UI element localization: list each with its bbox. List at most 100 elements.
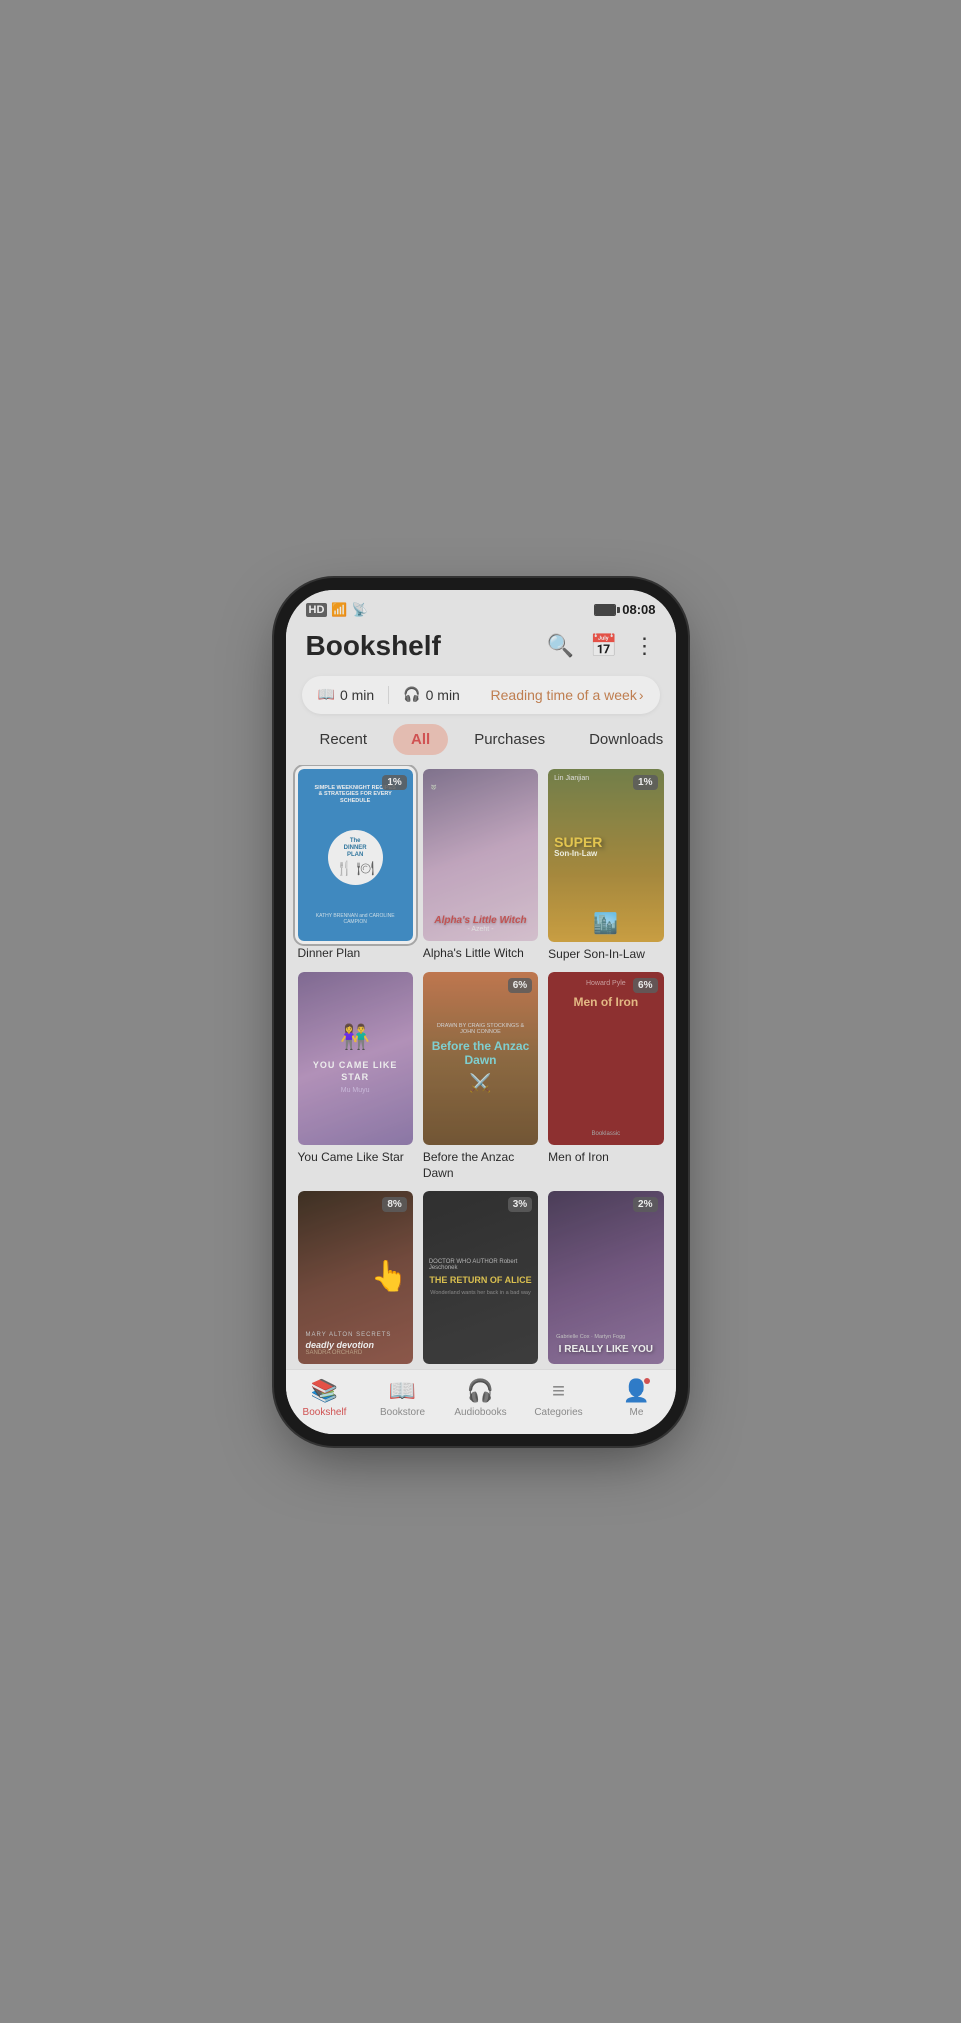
book-item-like[interactable]: Gabrielle Cox · Martyn Fogg I REALLY LIK…: [548, 1191, 663, 1368]
phone-frame: HD 📶 📡 08:08 Bookshelf 🔍 📅 ⋮ 📖 0 min 🎧 0…: [286, 590, 676, 1434]
book-cover-wrap-alpha: 🐺 Alpha's Little Witch - Azeht -: [423, 769, 538, 942]
headphones-icon: 🎧: [403, 686, 420, 703]
iron-title: Men of Iron: [573, 995, 638, 1009]
book-item-star[interactable]: 👫 YOU CAME LIKE STAR Mu Muyu You Came Li…: [298, 972, 413, 1181]
audiobooks-label: Audiobooks: [454, 1407, 506, 1418]
book-cover-wrap-like: Gabrielle Cox · Martyn Fogg I REALLY LIK…: [548, 1191, 663, 1364]
book-title-anzac: Before the Anzac Dawn: [423, 1150, 538, 1181]
book-badge-alice: 3%: [508, 1197, 532, 1212]
book-title-iron: Men of Iron: [548, 1150, 609, 1166]
time-display: 08:08: [622, 602, 655, 617]
status-bar: HD 📶 📡 08:08: [286, 590, 676, 622]
alice-inner: DOCTOR WHO AUTHOR Robert Jeschonek THE R…: [423, 1191, 538, 1364]
book-item-anzac[interactable]: DRAWN BY CRAIG STOCKINGS & JOHN CONNOE B…: [423, 972, 538, 1181]
book-item-super[interactable]: Lin Jianjian SUPER Son-In-Law 🏙️ 1% Supe…: [548, 769, 663, 963]
audio-reading-stat: 🎧 0 min: [403, 686, 460, 703]
app-header: Bookshelf 🔍 📅 ⋮: [286, 622, 676, 672]
reading-link-text: Reading time of a week: [491, 687, 637, 703]
dinner-logo: TheDINNERPLAN 🍴 🍽: [328, 830, 383, 885]
super-inner: Lin Jianjian SUPER Son-In-Law 🏙️: [548, 769, 663, 942]
alpha-author: - Azeht -: [467, 926, 493, 933]
book-cover-like: Gabrielle Cox · Martyn Fogg I REALLY LIK…: [548, 1191, 663, 1364]
book-grid: SIMPLE WEEKNIGHT RECIPES & STRATEGIES FO…: [286, 765, 676, 1369]
battery-icon: [594, 604, 616, 616]
anzac-title: Before the Anzac Dawn: [431, 1039, 530, 1068]
book-cover-dinner: SIMPLE WEEKNIGHT RECIPES & STRATEGIES FO…: [298, 769, 413, 942]
book-item-dinner-plan[interactable]: SIMPLE WEEKNIGHT RECIPES & STRATEGIES FO…: [298, 769, 413, 963]
filter-tab-recent[interactable]: Recent: [302, 724, 386, 755]
iron-author: Howard Pyle: [586, 980, 626, 987]
chevron-right-icon: ›: [639, 687, 644, 703]
book-item-deadly[interactable]: MARY ALTON SECRETS deadly devotion SANDR…: [298, 1191, 413, 1368]
book-cover-wrap-star: 👫 YOU CAME LIKE STAR Mu Muyu: [298, 972, 413, 1145]
me-notification-dot: [644, 1378, 650, 1384]
header-icons: 🔍 📅 ⋮: [547, 633, 656, 659]
bookstore-label: Bookstore: [380, 1407, 425, 1418]
calendar-icon[interactable]: 📅: [590, 633, 617, 659]
filter-tab-all[interactable]: All: [393, 724, 448, 755]
book-badge-anzac: 6%: [508, 978, 532, 993]
reading-time-link[interactable]: Reading time of a week ›: [491, 687, 644, 703]
deadly-author: SANDRA ORCHARD: [306, 1350, 405, 1356]
me-avatar-wrap: 👤: [623, 1378, 650, 1404]
bottom-nav: 📚 Bookshelf 📖 Bookstore 🎧 Audiobooks ≡ C…: [286, 1369, 676, 1434]
audiobooks-icon: 🎧: [467, 1378, 494, 1404]
book-cover-star: 👫 YOU CAME LIKE STAR Mu Muyu: [298, 972, 413, 1145]
categories-label: Categories: [534, 1407, 582, 1418]
more-options-icon[interactable]: ⋮: [634, 633, 656, 659]
nav-item-categories[interactable]: ≡ Categories: [520, 1378, 598, 1418]
alpha-title: Alpha's Little Witch: [434, 915, 526, 926]
reading-bar[interactable]: 📖 0 min 🎧 0 min Reading time of a week ›: [302, 676, 660, 714]
book-icon: 📖: [318, 686, 335, 703]
book-badge-iron: 6%: [633, 978, 657, 993]
book-time: 0 min: [340, 687, 374, 703]
search-icon[interactable]: 🔍: [547, 633, 574, 659]
iron-inner: Howard Pyle Men of Iron Booklassic: [548, 972, 663, 1145]
book-title-alpha: Alpha's Little Witch: [423, 946, 524, 962]
star-inner: 👫 YOU CAME LIKE STAR Mu Muyu: [298, 972, 413, 1145]
divider: [388, 686, 389, 704]
bookshelf-icon: 📚: [311, 1378, 338, 1404]
battery-fill: [595, 605, 615, 615]
book-badge-super: 1%: [633, 775, 657, 790]
book-cover-super: Lin Jianjian SUPER Son-In-Law 🏙️ 1%: [548, 769, 663, 942]
like-title: I REALLY LIKE YOU: [556, 1344, 655, 1356]
book-cover-alice: DOCTOR WHO AUTHOR Robert Jeschonek THE R…: [423, 1191, 538, 1364]
book-cover-alpha: 🐺 Alpha's Little Witch - Azeht -: [423, 769, 538, 942]
anzac-inner: DRAWN BY CRAIG STOCKINGS & JOHN CONNOE B…: [423, 972, 538, 1145]
book-item-iron[interactable]: Howard Pyle Men of Iron Booklassic 6% Me…: [548, 972, 663, 1181]
alice-title: THE RETURN OF ALICE: [429, 1275, 531, 1286]
book-cover-wrap-dinner: SIMPLE WEEKNIGHT RECIPES & STRATEGIES FO…: [298, 769, 413, 942]
book-item-alpha[interactable]: 🐺 Alpha's Little Witch - Azeht - Alpha's…: [423, 769, 538, 963]
book-title-star: You Came Like Star: [298, 1150, 404, 1166]
nav-item-me[interactable]: 👤 Me: [598, 1378, 676, 1418]
book-badge-dinner: 1%: [382, 775, 406, 790]
alice-author: DOCTOR WHO AUTHOR Robert Jeschonek: [429, 1259, 532, 1271]
star-author: Mu Muyu: [341, 1087, 370, 1094]
filter-tab-downloads[interactable]: Downloads: [571, 724, 675, 755]
categories-icon: ≡: [552, 1378, 565, 1404]
book-cover-iron: Howard Pyle Men of Iron Booklassic 6%: [548, 972, 663, 1145]
nav-item-audiobooks[interactable]: 🎧 Audiobooks: [442, 1378, 520, 1418]
book-cover-wrap-anzac: DRAWN BY CRAIG STOCKINGS & JOHN CONNOE B…: [423, 972, 538, 1145]
book-cover-wrap-super: Lin Jianjian SUPER Son-In-Law 🏙️ 1%: [548, 769, 663, 942]
book-cover-anzac: DRAWN BY CRAIG STOCKINGS & JOHN CONNOE B…: [423, 972, 538, 1145]
book-item-alice[interactable]: DOCTOR WHO AUTHOR Robert Jeschonek THE R…: [423, 1191, 538, 1368]
book-cover-deadly: MARY ALTON SECRETS deadly devotion SANDR…: [298, 1191, 413, 1364]
audio-time: 0 min: [426, 687, 460, 703]
signal-icon: 📶: [331, 602, 347, 618]
book-reading-stat: 📖 0 min: [318, 686, 375, 703]
book-cover-wrap-iron: Howard Pyle Men of Iron Booklassic 6%: [548, 972, 663, 1145]
filter-tabs: Recent All Purchases Downloads: [286, 724, 676, 765]
book-title-super: Super Son-In-Law: [548, 947, 645, 963]
super-sub: Son-In-Law: [554, 849, 657, 858]
filter-tab-purchases[interactable]: Purchases: [456, 724, 563, 755]
me-label: Me: [630, 1407, 644, 1418]
book-title-dinner: Dinner Plan: [298, 946, 361, 962]
nav-item-bookshelf[interactable]: 📚 Bookshelf: [286, 1378, 364, 1418]
star-title: YOU CAME LIKE STAR: [306, 1060, 405, 1083]
book-cover-wrap-alice: DOCTOR WHO AUTHOR Robert Jeschonek THE R…: [423, 1191, 538, 1364]
app-title: Bookshelf: [306, 630, 441, 662]
nav-item-bookstore[interactable]: 📖 Bookstore: [364, 1378, 442, 1418]
alpha-inner: 🐺 Alpha's Little Witch - Azeht -: [423, 769, 538, 942]
